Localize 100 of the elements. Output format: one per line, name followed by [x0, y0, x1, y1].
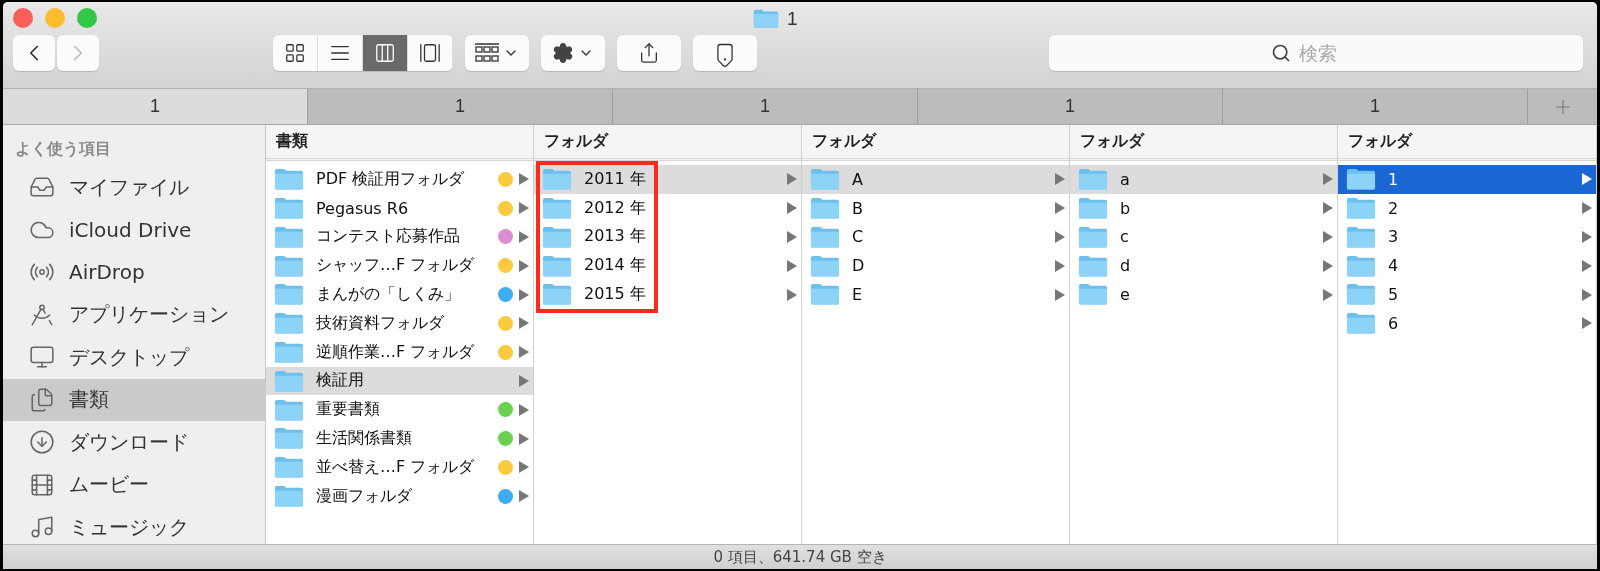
folder-row[interactable]: 生活関係書類	[266, 424, 533, 453]
folder-row[interactable]: コンテスト応募作品	[266, 222, 533, 252]
folder-icon	[274, 312, 304, 335]
sidebar-item[interactable]: AirDrop	[3, 251, 265, 294]
disclosure-icon[interactable]	[1055, 173, 1065, 186]
disclosure-icon[interactable]	[519, 202, 529, 215]
share-button[interactable]	[617, 35, 681, 71]
disclosure-icon[interactable]	[1323, 202, 1333, 215]
disclosure-icon[interactable]	[787, 173, 797, 186]
folder-name: 漫画フォルダ	[316, 485, 413, 507]
sidebar-item[interactable]: ダウンロード	[3, 421, 265, 464]
search-input[interactable]: 検索	[1297, 41, 1361, 65]
disclosure-icon[interactable]	[1055, 231, 1065, 243]
folder-row[interactable]: 逆順作業…F フォルダ	[266, 337, 533, 367]
sidebar-item[interactable]: iCloud Drive	[3, 208, 265, 251]
disclosure-icon[interactable]	[1582, 288, 1592, 301]
disclosure-icon[interactable]	[1055, 259, 1065, 272]
folder-icon	[1078, 168, 1108, 191]
folder-name: d	[1120, 256, 1132, 276]
disclosure-icon[interactable]	[1582, 317, 1592, 330]
disclosure-icon[interactable]	[519, 461, 529, 474]
folder-row[interactable]: D	[802, 251, 1069, 281]
sidebar-item[interactable]: ミュージック	[3, 506, 265, 544]
search-field[interactable]: 検索	[1049, 35, 1583, 71]
folder-row[interactable]: 並べ替え…F フォルダ	[266, 452, 533, 482]
folder-row[interactable]: a	[1070, 165, 1337, 194]
arrange-button[interactable]	[465, 35, 529, 71]
view-mode-button[interactable]	[408, 35, 453, 71]
disclosure-icon[interactable]	[519, 231, 529, 243]
folder-row[interactable]: 2014 年	[534, 251, 801, 281]
folder-row[interactable]: 技術資料フォルダ	[266, 309, 533, 338]
disclosure-icon[interactable]	[519, 317, 529, 330]
folder-row[interactable]: 2	[1338, 193, 1596, 223]
folder-row[interactable]: 5	[1338, 280, 1596, 309]
disclosure-icon[interactable]	[787, 259, 797, 272]
disclosure-icon[interactable]	[1323, 288, 1333, 301]
disclosure-icon[interactable]	[519, 432, 529, 445]
disclosure-icon[interactable]	[519, 288, 529, 301]
folder-row[interactable]: 検証用	[266, 366, 533, 396]
folder-row[interactable]: b	[1070, 193, 1337, 223]
sidebar-item[interactable]: 書類	[3, 378, 265, 421]
disclosure-icon[interactable]	[787, 202, 797, 215]
view-mode-button[interactable]	[273, 35, 318, 71]
view-mode-button[interactable]	[318, 35, 363, 71]
folder-row[interactable]: まんがの「しくみ」	[266, 280, 533, 309]
sidebar-item[interactable]: ムービー	[3, 463, 265, 506]
disclosure-icon[interactable]	[1055, 288, 1065, 301]
disclosure-icon[interactable]	[519, 173, 529, 186]
disclosure-icon[interactable]	[1582, 231, 1592, 243]
folder-row[interactable]: e	[1070, 280, 1337, 309]
folder-row[interactable]: B	[802, 193, 1069, 223]
folder-row[interactable]: C	[802, 222, 1069, 252]
folder-row[interactable]: 重要書類	[266, 395, 533, 425]
folder-row[interactable]: 3	[1338, 222, 1596, 252]
folder-row[interactable]: 2011 年	[534, 165, 801, 194]
folder-icon	[274, 369, 304, 393]
disclosure-icon[interactable]	[787, 231, 797, 243]
folder-row[interactable]: 2015 年	[534, 280, 801, 309]
folder-row[interactable]: 2012 年	[534, 193, 801, 223]
folder-row[interactable]: 2013 年	[534, 222, 801, 252]
disclosure-icon[interactable]	[1323, 231, 1333, 243]
disclosure-icon[interactable]	[1055, 202, 1065, 215]
folder-icon	[753, 9, 779, 29]
folder-name: Pegasus R6	[316, 198, 410, 218]
folder-name: 検証用	[316, 370, 365, 392]
sidebar-item[interactable]: デスクトップ	[3, 336, 265, 379]
sidebar-item[interactable]: マイファイル	[3, 166, 265, 209]
disclosure-icon[interactable]	[1582, 259, 1592, 272]
folder-row[interactable]: E	[802, 280, 1069, 309]
close-button[interactable]	[13, 8, 33, 28]
disclosure-icon[interactable]	[519, 259, 529, 272]
folder-row[interactable]: シャッフ…F フォルダ	[266, 251, 533, 281]
sidebar-item[interactable]: アプリケーション	[3, 293, 265, 336]
disclosure-icon[interactable]	[1323, 259, 1333, 272]
folder-icon	[810, 168, 840, 191]
disclosure-icon[interactable]	[1582, 202, 1592, 215]
folder-icon	[1346, 254, 1376, 278]
disclosure-icon[interactable]	[519, 490, 529, 503]
folder-row[interactable]: 6	[1338, 309, 1596, 338]
action-button[interactable]	[541, 35, 605, 71]
folder-row[interactable]: PDF 検証用フォルダ	[266, 165, 533, 194]
folder-row[interactable]: d	[1070, 251, 1337, 281]
folder-row[interactable]: c	[1070, 222, 1337, 252]
folder-icon	[274, 398, 304, 421]
disclosure-icon[interactable]	[1323, 173, 1333, 186]
folder-row[interactable]: 4	[1338, 251, 1596, 281]
folder-icon	[1346, 312, 1376, 335]
folder-row[interactable]: 1	[1338, 165, 1596, 194]
disclosure-icon[interactable]	[519, 374, 529, 387]
folder-name: b	[1120, 198, 1132, 218]
disclosure-icon[interactable]	[519, 403, 529, 416]
folder-row[interactable]: A	[802, 165, 1069, 194]
folder-row[interactable]: Pegasus R6	[266, 193, 533, 223]
disclosure-icon[interactable]	[519, 346, 529, 359]
tab[interactable]: 1	[3, 89, 308, 124]
folder-icon	[1078, 254, 1108, 278]
tag-button[interactable]	[693, 35, 757, 71]
disclosure-icon[interactable]	[787, 288, 797, 301]
folder-row[interactable]: 漫画フォルダ	[266, 481, 533, 511]
disclosure-icon[interactable]	[1582, 173, 1592, 186]
